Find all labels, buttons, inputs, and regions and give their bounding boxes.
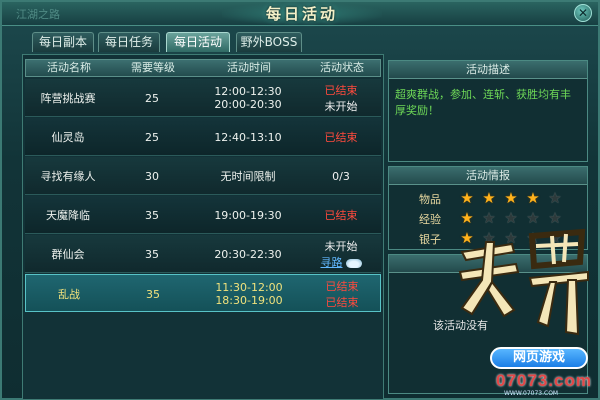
table-row-selected[interactable]: 乱战 35 11:30-12:00 18:30-19:00 已结束 已结束: [25, 274, 381, 312]
status-ended: 已结束: [324, 131, 358, 144]
table-row[interactable]: 天魔降临 35 19:00-19:30 已结束: [25, 196, 381, 234]
tab-daily-activities[interactable]: 每日活动: [166, 32, 230, 52]
column-header-time: 活动时间: [227, 61, 271, 74]
activity-time-line: 19:00-19:30: [214, 208, 282, 222]
seek-path-link[interactable]: 寻路: [321, 256, 343, 269]
column-header-name: 活动名称: [47, 61, 91, 74]
table-row[interactable]: 群仙会 35 20:30-22:30 未开始 寻路: [25, 235, 381, 273]
activity-time-line: 12:40-13:10: [214, 130, 282, 144]
activity-time-line: 无时间限制: [220, 170, 276, 183]
status-ended: 已结束: [324, 209, 358, 222]
activity-time: 12:00-12:30 20:00-20:30: [193, 79, 303, 117]
star-icon: ★: [526, 189, 540, 207]
activity-name: 阵营挑战赛: [40, 92, 96, 105]
activity-time: 12:40-13:10: [193, 118, 303, 156]
watermark-top: 网页游戏: [490, 347, 588, 369]
title-bar-subtitle: 江湖之路: [16, 8, 60, 21]
activity-status: 已结束: [303, 118, 379, 156]
activity-table: 活动名称 需要等级 活动时间 活动状态 阵营挑战赛 25 12:00-12:30…: [22, 54, 384, 400]
column-header-status: 活动状态: [320, 61, 364, 74]
star-rating: ★ ★ ★ ★ ★: [459, 190, 569, 206]
seek-path-group: 寻路: [321, 254, 362, 270]
activity-time: 11:30-12:00 18:30-19:00: [194, 275, 304, 313]
title-bar: 江湖之路 每日活动 ✕: [2, 2, 598, 26]
activity-time-line: 20:30-22:30: [214, 247, 282, 261]
table-header: 活动名称 需要等级 活动时间 活动状态: [25, 59, 381, 77]
activity-name: 群仙会: [51, 248, 85, 261]
description-box: 活动描述 超爽群战，参加、连斩、获胜均有丰厚奖励！: [388, 60, 588, 162]
star-icon: ★: [504, 189, 518, 207]
reward-label: 经验: [419, 213, 441, 226]
activity-level: 35: [145, 208, 159, 222]
activity-level: 35: [145, 247, 159, 261]
status-ended: 已结束: [324, 84, 358, 97]
status-ended: 已结束: [325, 280, 359, 293]
tab-daily-quests[interactable]: 每日任务: [98, 32, 160, 52]
rewards-header: 活动情报: [389, 167, 587, 185]
activity-time: 无时间限制: [193, 157, 303, 195]
tab-daily-dungeon[interactable]: 每日副本: [32, 32, 94, 52]
status-ended: 已结束: [325, 296, 359, 309]
activity-level: 35: [146, 287, 160, 301]
description-text: 超爽群战，参加、连斩、获胜均有丰厚奖励！: [395, 88, 571, 117]
star-icon: ★: [482, 189, 496, 207]
column-header-level: 需要等级: [131, 61, 175, 74]
activity-name: 乱战: [58, 288, 80, 301]
table-row[interactable]: 阵营挑战赛 25 12:00-12:30 20:00-20:30 已结束 未开始: [25, 79, 381, 117]
activity-status: 0/3: [303, 157, 379, 195]
activity-status: 已结束 未开始: [303, 79, 379, 117]
table-row[interactable]: 仙灵岛 25 12:40-13:10 已结束: [25, 118, 381, 156]
cloud-icon[interactable]: [345, 258, 362, 268]
activity-status: 已结束: [303, 196, 379, 234]
reward-label: 银子: [419, 233, 441, 246]
activity-name: 寻找有缘人: [40, 170, 96, 183]
status-not-started: 未开始: [324, 100, 358, 113]
activity-time-line: 12:00-12:30: [214, 85, 282, 98]
activity-name: 天魔降临: [46, 209, 90, 222]
reward-label: 物品: [419, 193, 441, 206]
reward-row-items: 物品 ★ ★ ★ ★ ★: [389, 189, 589, 207]
site-watermark: 网页游戏 07073.com WWW.07073.COM: [490, 347, 600, 397]
status-not-started: 未开始: [324, 240, 358, 253]
star-icon: ★: [460, 189, 474, 207]
activity-time-line: 18:30-19:00: [215, 294, 283, 307]
activity-time: 20:30-22:30: [193, 235, 303, 273]
activity-time-line: 11:30-12:00: [215, 281, 283, 294]
activity-level: 25: [145, 130, 159, 144]
activity-status: 已结束 已结束: [304, 275, 380, 313]
activity-time-line: 20:00-20:30: [214, 98, 282, 111]
game-logo: [458, 228, 589, 336]
window-title: 每日活动: [222, 3, 382, 25]
activity-time: 19:00-19:30: [193, 196, 303, 234]
watermark-bottom: 07073.com: [496, 371, 592, 390]
daily-activities-window: 江湖之路 每日活动 ✕ 每日副本 每日任务 每日活动 野外BOSS 活动名称 需…: [0, 0, 600, 400]
description-header: 活动描述: [389, 61, 587, 79]
watermark-sub: WWW.07073.COM: [504, 390, 559, 397]
activity-name: 仙灵岛: [51, 131, 85, 144]
tab-field-boss[interactable]: 野外BOSS: [236, 32, 302, 52]
activity-level: 30: [145, 169, 159, 183]
close-icon[interactable]: ✕: [574, 4, 592, 22]
status-progress: 0/3: [332, 169, 350, 183]
star-empty-icon: ★: [548, 189, 562, 207]
activity-level: 25: [145, 91, 159, 105]
activity-status: 未开始 寻路: [303, 235, 379, 273]
table-row[interactable]: 寻找有缘人 30 无时间限制 0/3: [25, 157, 381, 195]
